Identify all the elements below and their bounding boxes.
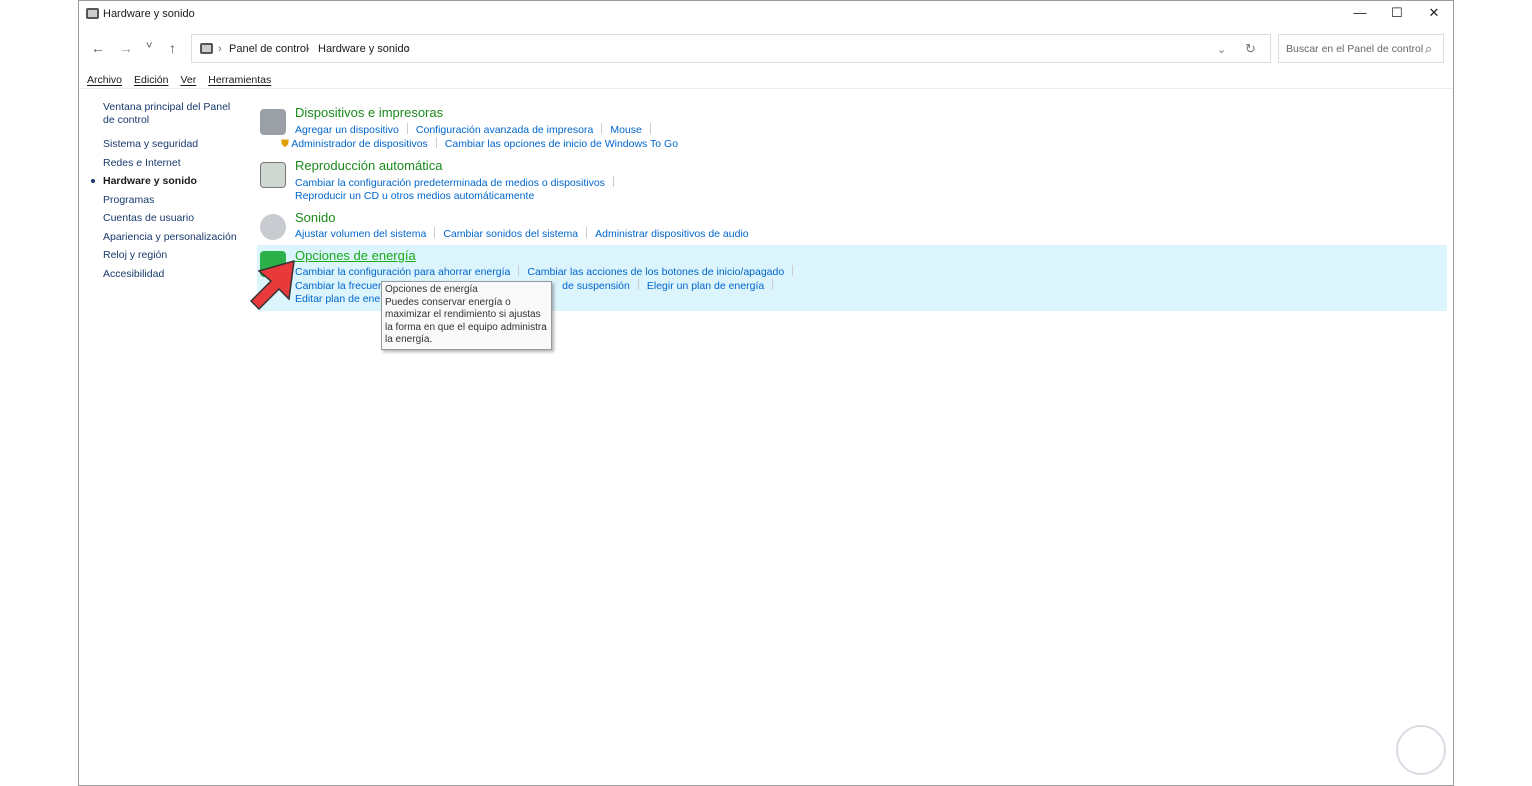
link[interactable]: Administrar dispositivos de audio	[595, 228, 749, 240]
breadcrumb-separator: ›	[306, 43, 310, 55]
category-title[interactable]: Reproducción automática	[295, 158, 442, 173]
red-arrow-pointer	[249, 259, 295, 311]
sidebar-item-hardware[interactable]: Hardware y sonido	[91, 175, 243, 188]
tooltip-title: Opciones de energía	[385, 284, 478, 295]
menu-bar: Archivo Edición Ver Herramientas	[87, 74, 283, 86]
close-button[interactable]: ✕	[1419, 5, 1449, 23]
sidebar-item-apariencia[interactable]: Apariencia y personalización	[103, 231, 243, 244]
sidebar-item-redes[interactable]: Redes e Internet	[103, 157, 243, 170]
recent-locations-icon[interactable]: ˅	[146, 40, 152, 52]
shield-icon: ⛊	[281, 138, 289, 150]
link[interactable]: Reproducir un CD u otros medios automáti…	[295, 190, 534, 202]
sidebar: Ventana principal del Panel de control S…	[91, 101, 243, 286]
menu-ver[interactable]: Ver	[180, 74, 196, 86]
sidebar-item-accesibilidad[interactable]: Accesibilidad	[103, 268, 243, 281]
link[interactable]: Cambiar las opciones de inicio de Window…	[445, 138, 678, 150]
link[interactable]: Cambiar sonidos del sistema	[443, 228, 578, 240]
link[interactable]: Cambiar la configuración para ahorrar en…	[295, 266, 510, 278]
category-title[interactable]: Sonido	[295, 210, 335, 225]
tooltip: Opciones de energía Puedes conservar ene…	[381, 281, 552, 350]
printer-icon	[260, 109, 286, 135]
breadcrumb-hardware-y-sonido[interactable]: Hardware y sonido	[318, 43, 410, 55]
sidebar-item-home[interactable]: Ventana principal del Panel de control	[103, 101, 243, 126]
search-placeholder: Buscar en el Panel de control	[1286, 43, 1424, 55]
address-row: ← → ˅ ↑ › Panel de control › Hardware y …	[79, 34, 1453, 64]
category-title[interactable]: Opciones de energía	[295, 248, 416, 263]
hardware-icon	[86, 8, 99, 19]
breadcrumb-separator[interactable]: ›	[406, 43, 410, 55]
up-icon[interactable]: ↑	[169, 40, 176, 56]
search-icon: ⌕	[1425, 41, 1433, 56]
link[interactable]: Elegir un plan de energía	[647, 280, 764, 292]
menu-edicion[interactable]: Edición	[134, 74, 168, 86]
link[interactable]: Mouse	[610, 124, 642, 136]
link[interactable]: Cambiar la configuración predeterminada …	[295, 177, 605, 189]
hardware-icon	[200, 43, 213, 54]
link[interactable]: Editar plan de energ	[295, 293, 390, 305]
control-panel-window: Hardware y sonido — ☐ ✕ ← → ˅ ↑ › Panel …	[78, 0, 1454, 786]
sidebar-item-sistema[interactable]: Sistema y seguridad	[103, 138, 243, 151]
tooltip-body: Puedes conservar energía o maximizar el …	[385, 296, 547, 346]
divider	[79, 88, 1453, 89]
watermark-logo	[1396, 725, 1446, 775]
maximize-button[interactable]: ☐	[1382, 5, 1412, 23]
autoplay-icon	[260, 162, 286, 188]
category-reproduccion: Reproducción automática Cambiar la confi…	[257, 158, 1447, 204]
address-bar[interactable]: › Panel de control › Hardware y sonido ›…	[191, 34, 1271, 63]
window-title: Hardware y sonido	[103, 8, 195, 20]
breadcrumb-panel-de-control[interactable]: Panel de control	[229, 43, 309, 55]
sidebar-item-programas[interactable]: Programas	[103, 194, 243, 207]
link[interactable]: Administrador de dispositivos	[291, 138, 428, 150]
link[interactable]: Ajustar volumen del sistema	[295, 228, 426, 240]
sidebar-item-reloj[interactable]: Reloj y región	[103, 249, 243, 262]
speaker-icon	[260, 214, 286, 240]
forward-icon[interactable]: →	[119, 40, 133, 56]
menu-archivo[interactable]: Archivo	[87, 74, 122, 86]
category-sonido: Sonido Ajustar volumen del sistema Cambia…	[257, 210, 1447, 242]
title-bar: Hardware y sonido — ☐ ✕	[79, 1, 1453, 29]
minimize-button[interactable]: —	[1345, 5, 1375, 23]
back-icon[interactable]: ←	[91, 40, 105, 56]
address-dropdown-icon[interactable]: ⌄	[1217, 43, 1226, 56]
menu-herramientas[interactable]: Herramientas	[208, 74, 271, 86]
category-title[interactable]: Dispositivos e impresoras	[295, 105, 443, 120]
link[interactable]: Configuración avanzada de impresora	[416, 124, 593, 136]
search-input[interactable]: Buscar en el Panel de control ⌕	[1278, 34, 1444, 63]
category-dispositivos: Dispositivos e impresoras Agregar un dis…	[257, 105, 1447, 155]
sidebar-item-cuentas[interactable]: Cuentas de usuario	[103, 212, 243, 225]
link[interactable]: Agregar un dispositivo	[295, 124, 399, 136]
refresh-icon[interactable]: ↻	[1245, 41, 1256, 57]
link[interactable]: de suspensión	[562, 280, 630, 292]
link[interactable]: Cambiar las acciones de los botones de i…	[527, 266, 784, 278]
breadcrumb-separator: ›	[218, 43, 222, 55]
